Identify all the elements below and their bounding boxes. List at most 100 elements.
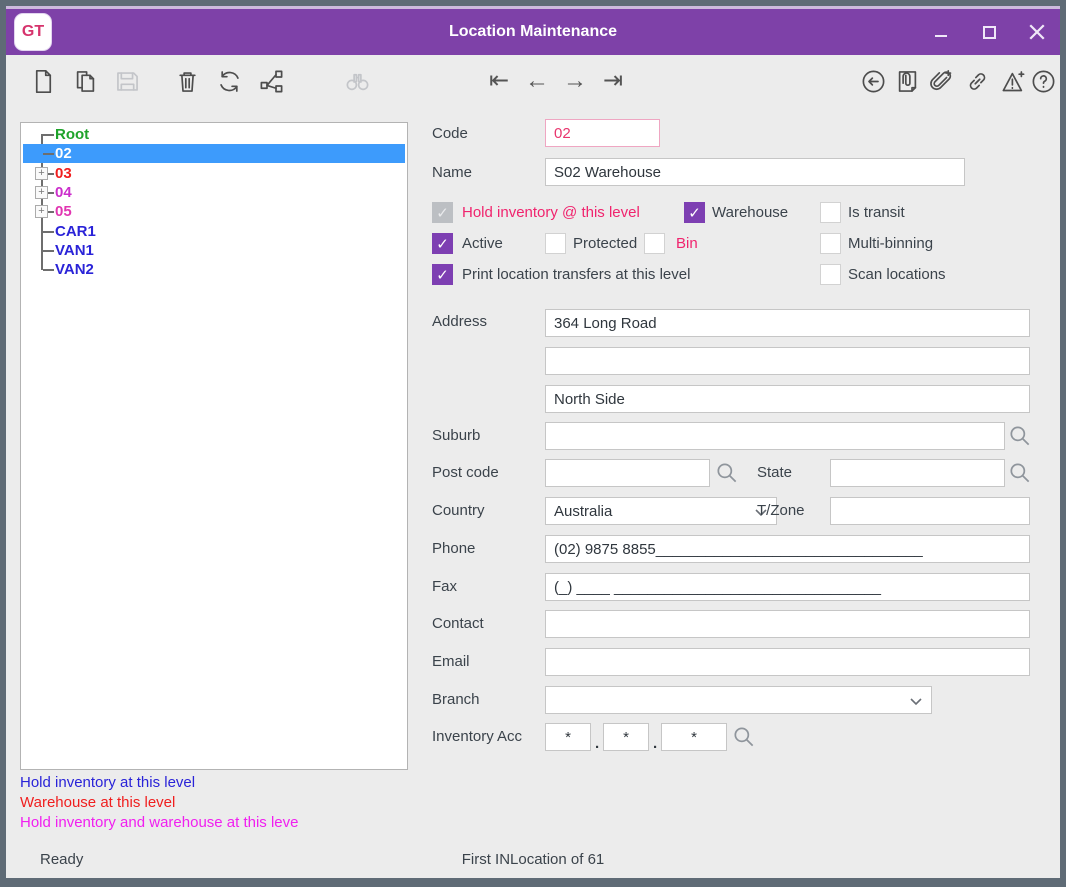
address-line2-input[interactable] [545, 347, 1030, 375]
tree-item-root[interactable]: Root [23, 125, 405, 144]
inventory-acc-segment1-input[interactable] [545, 723, 591, 751]
inventory-acc-segment2-input[interactable] [603, 723, 649, 751]
links-button[interactable] [962, 66, 992, 96]
inventory-acc-lookup-button[interactable] [731, 723, 757, 751]
name-input[interactable] [545, 158, 965, 186]
tree-item-label: VAN1 [55, 241, 94, 260]
attached-documents-button[interactable] [892, 66, 922, 96]
magnifier-icon [714, 459, 740, 487]
expand-icon[interactable]: + [35, 205, 48, 218]
tree-item-label: 05 [55, 202, 72, 221]
close-button[interactable] [1028, 23, 1046, 41]
inventory-acc-segment3-input[interactable] [661, 723, 727, 751]
tzone-input[interactable] [830, 497, 1030, 525]
binoculars-icon [344, 68, 371, 95]
suburb-lookup-button[interactable] [1007, 422, 1033, 450]
tree-item-label: CAR1 [55, 222, 96, 241]
minimize-button[interactable] [932, 23, 950, 41]
print-transfers-checkbox[interactable]: ✓ [432, 264, 453, 285]
fax-label: Fax [432, 578, 457, 595]
find-button[interactable] [342, 66, 372, 96]
tree-item-label: VAN2 [55, 260, 94, 279]
active-checkbox[interactable]: ✓ [432, 233, 453, 254]
next-record-button[interactable]: → [558, 66, 592, 96]
email-input[interactable] [545, 648, 1030, 676]
address-line3-input[interactable] [545, 385, 1030, 413]
name-label: Name [432, 164, 472, 181]
bin-label: Bin [676, 235, 698, 252]
hierarchy-view-button[interactable] [256, 66, 286, 96]
expand-icon[interactable]: + [35, 186, 48, 199]
active-label: Active [462, 235, 503, 252]
delete-record-button[interactable] [172, 66, 202, 96]
tree-item-car1[interactable]: CAR1 [23, 222, 405, 241]
country-label: Country [432, 502, 485, 519]
add-alert-button[interactable] [998, 66, 1028, 96]
country-select[interactable]: Australia [545, 497, 777, 525]
add-attachment-button[interactable] [926, 66, 956, 96]
tree-item-label: 04 [55, 183, 72, 202]
back-button[interactable] [858, 66, 888, 96]
inventory-acc-label: Inventory Acc [432, 728, 522, 745]
copy-record-button[interactable] [70, 66, 100, 96]
save-icon [114, 68, 141, 95]
back-circle-icon [860, 68, 887, 95]
contact-input[interactable] [545, 610, 1030, 638]
fax-input[interactable] [545, 573, 1030, 601]
help-icon [1030, 68, 1057, 95]
tree-item-van1[interactable]: VAN1 [23, 241, 405, 260]
scan-locations-checkbox[interactable] [820, 264, 841, 285]
tree-item-02[interactable]: 02 [23, 144, 405, 163]
state-lookup-button[interactable] [1007, 459, 1033, 487]
maximize-button[interactable] [980, 23, 998, 41]
legend-hold-inventory: Hold inventory at this level [20, 774, 195, 791]
code-input[interactable] [545, 119, 660, 147]
tree-item-van2[interactable]: VAN2 [23, 260, 405, 279]
phone-label: Phone [432, 540, 475, 557]
copy-icon [72, 68, 99, 95]
is-transit-label: Is transit [848, 204, 905, 221]
post-code-lookup-button[interactable] [714, 459, 740, 487]
tree-item-04[interactable]: 04 [23, 183, 405, 202]
refresh-button[interactable] [214, 66, 244, 96]
tree-item-03[interactable]: 03 [23, 164, 405, 183]
branch-select[interactable] [545, 686, 932, 714]
save-record-button[interactable] [112, 66, 142, 96]
first-record-button[interactable]: ⇤ [482, 66, 516, 96]
previous-record-button[interactable]: ← [520, 66, 554, 96]
status-record-position: First INLocation of 61 [6, 851, 1060, 868]
protected-label: Protected [573, 235, 637, 252]
warehouse-label: Warehouse [712, 204, 788, 221]
legend-warehouse: Warehouse at this level [20, 794, 175, 811]
link-icon [964, 68, 991, 95]
tree-item-05[interactable]: 05 [23, 202, 405, 221]
protected-checkbox[interactable] [545, 233, 566, 254]
suburb-input[interactable] [545, 422, 1005, 450]
add-attachment-icon [928, 68, 955, 95]
is-transit-checkbox[interactable] [820, 202, 841, 223]
hold-inventory-checkbox[interactable]: ✓ [432, 202, 453, 223]
magnifier-icon [1007, 459, 1033, 487]
warehouse-checkbox[interactable]: ✓ [684, 202, 705, 223]
tree-item-label: 02 [55, 144, 72, 163]
last-record-button[interactable]: ⇥ [596, 66, 630, 96]
multi-binning-checkbox[interactable] [820, 233, 841, 254]
new-record-button[interactable] [28, 66, 58, 96]
state-input[interactable] [830, 459, 1005, 487]
suburb-label: Suburb [432, 427, 480, 444]
close-icon [1028, 23, 1046, 41]
code-label: Code [432, 125, 468, 142]
tree-item-label: 03 [55, 164, 72, 183]
bin-checkbox[interactable] [644, 233, 665, 254]
phone-input[interactable] [545, 535, 1030, 563]
post-code-input[interactable] [545, 459, 710, 487]
refresh-icon [216, 68, 243, 95]
help-button[interactable] [1028, 66, 1058, 96]
address-line1-input[interactable] [545, 309, 1030, 337]
address-label: Address [432, 313, 487, 330]
inventory-acc-separator: . [653, 735, 657, 752]
print-transfers-label: Print location transfers at this level [462, 266, 690, 283]
contact-label: Contact [432, 615, 484, 632]
check-icon: ✓ [436, 235, 449, 253]
expand-icon[interactable]: + [35, 167, 48, 180]
